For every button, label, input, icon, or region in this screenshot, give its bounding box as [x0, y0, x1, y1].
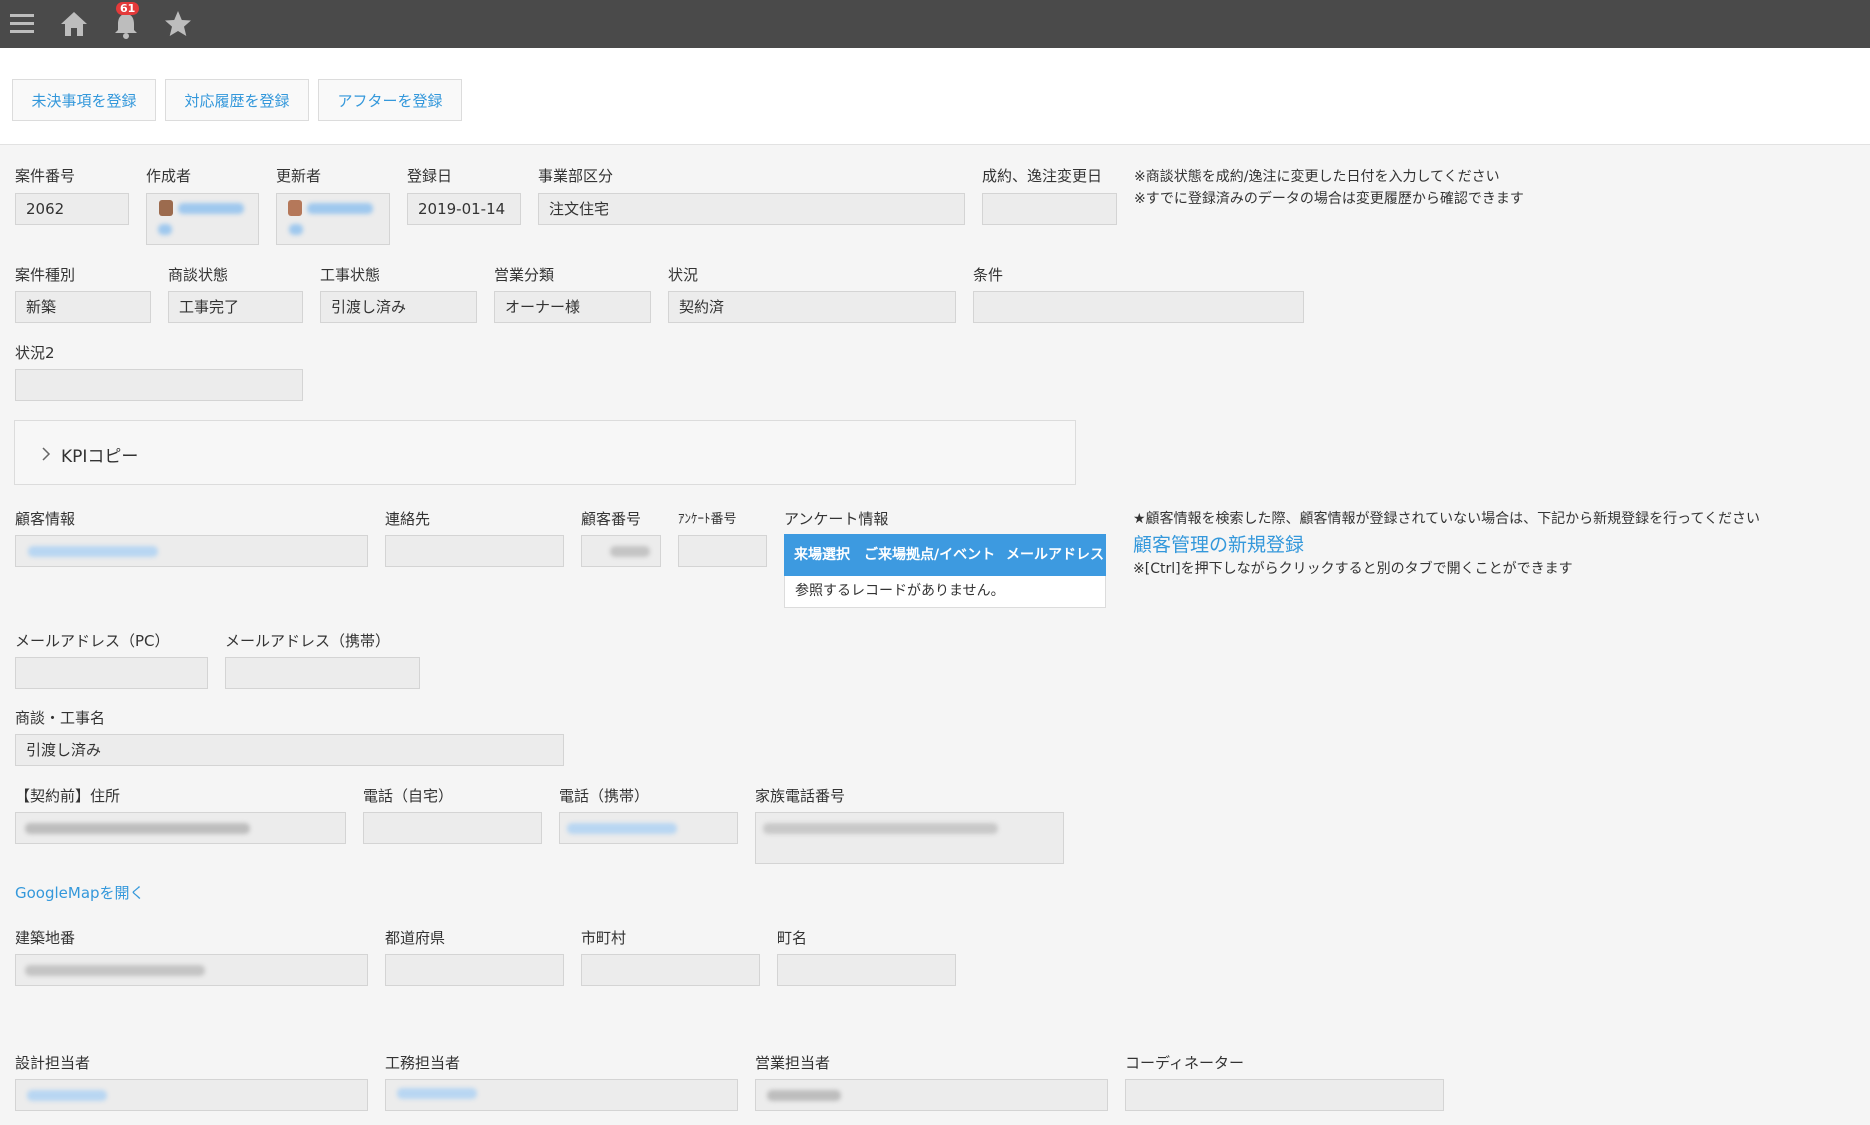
creator-name-redacted-2 [158, 224, 172, 235]
sales-class-field[interactable]: オーナー様 [494, 291, 651, 323]
status2-field[interactable] [15, 369, 303, 401]
change-date-label: 成約、逸注変更日 [982, 167, 1103, 185]
project-name-field[interactable]: 引渡し済み [15, 734, 564, 766]
family-tel-redacted [763, 823, 998, 834]
deal-status-field[interactable]: 工事完了 [168, 291, 303, 323]
coordinator-label: コーディネーター [1125, 1054, 1244, 1072]
updater-avatar [288, 200, 302, 216]
register-pending-button[interactable]: 未決事項を登録 [12, 79, 156, 121]
sales-class-label: 営業分類 [494, 266, 555, 284]
customer-name-redacted [28, 546, 158, 557]
case-type-label: 案件種別 [15, 266, 76, 284]
address-redacted [25, 823, 250, 834]
deal-status-label: 商談状態 [168, 266, 229, 284]
change-date-note: ※商談状態を成約/逸注に変更した日付を入力してください [1134, 169, 1500, 185]
tel-mobile-label: 電話（携帯） [559, 787, 650, 805]
updater-label: 更新者 [276, 167, 322, 185]
case-type-field[interactable]: 新築 [15, 291, 151, 323]
status2-label: 状況2 [15, 344, 55, 362]
star-icon[interactable] [160, 6, 196, 42]
case-number-field[interactable]: 2062 [15, 193, 129, 225]
coordinator-field[interactable] [1125, 1079, 1444, 1111]
survey-number-label: ｱﾝｹｰﾄ番号 [678, 512, 737, 527]
prefecture-label: 都道府県 [385, 929, 446, 947]
updater-name-redacted-2 [289, 224, 303, 235]
change-date-field[interactable] [982, 193, 1117, 225]
status-label: 状況 [668, 266, 699, 284]
menu-icon[interactable] [4, 6, 40, 42]
tel-home-label: 電話（自宅） [363, 787, 454, 805]
contact-field[interactable] [385, 535, 564, 567]
status-field[interactable]: 契約済 [668, 291, 956, 323]
notification-badge: 61 [116, 2, 140, 15]
ctrl-click-note: ※[Ctrl]を押下しながらクリックすると別のタブで開くことができます [1133, 561, 1573, 577]
creator-avatar [159, 200, 173, 216]
survey-col-visit-location[interactable]: ご来場拠点/イベント [864, 534, 995, 576]
email-pc-field[interactable] [15, 657, 208, 689]
customer-search-note: ★顧客情報を検索した際、顧客情報が登録されていない場合は、下記から新規登録を行っ… [1133, 511, 1761, 527]
creator-name-redacted [178, 203, 244, 214]
registration-date-field[interactable]: 2019-01-14 [407, 193, 521, 225]
chevron-right-icon [42, 447, 51, 461]
survey-col-email[interactable]: メールアドレス [1006, 534, 1104, 576]
construction-staff-redacted [397, 1088, 477, 1099]
division-label: 事業部区分 [538, 167, 614, 185]
survey-empty-message: 参照するレコードがありません。 [784, 576, 1106, 608]
survey-info-label: アンケート情報 [784, 510, 889, 528]
kpi-copy-section[interactable]: KPIコピー [14, 420, 1076, 485]
creator-label: 作成者 [146, 167, 192, 185]
pre-contract-address-label: 【契約前】住所 [15, 787, 121, 805]
prefecture-field[interactable] [385, 954, 564, 986]
case-number-label: 案件番号 [15, 167, 76, 185]
top-navigation-bar: 61 [0, 0, 1870, 48]
customer-new-registration-link[interactable]: 顧客管理の新規登録 [1133, 530, 1304, 557]
design-staff-label: 設計担当者 [15, 1054, 91, 1072]
kpi-copy-label: KPIコピー [61, 447, 139, 467]
sales-staff-redacted [767, 1090, 841, 1101]
project-name-label: 商談・工事名 [15, 709, 106, 727]
register-history-button[interactable]: 対応履歴を登録 [165, 79, 309, 121]
email-mobile-label: メールアドレス（携帯） [225, 632, 391, 650]
tel-mobile-redacted [567, 823, 677, 834]
work-status-label: 工事状態 [320, 266, 381, 284]
email-pc-label: メールアドレス（PC） [15, 632, 170, 650]
customer-info-label: 顧客情報 [15, 510, 76, 528]
email-mobile-field[interactable] [225, 657, 420, 689]
customer-number-redacted [610, 546, 650, 557]
construction-staff-label: 工務担当者 [385, 1054, 461, 1072]
work-status-field[interactable]: 引渡し済み [320, 291, 477, 323]
customer-number-label: 顧客番号 [581, 510, 642, 528]
updater-name-redacted [307, 203, 373, 214]
home-icon[interactable] [56, 6, 92, 42]
condition-field[interactable] [973, 291, 1304, 323]
google-map-link[interactable]: GoogleMapを開く [15, 882, 145, 903]
city-field[interactable] [581, 954, 760, 986]
survey-table-header: 来場選択 ご来場拠点/イベント メールアドレス [784, 534, 1106, 576]
change-history-note: ※すでに登録済みのデータの場合は変更履歴から確認できます [1134, 191, 1524, 207]
survey-col-visit-select[interactable]: 来場選択 [794, 534, 850, 576]
town-field[interactable] [777, 954, 956, 986]
survey-number-field[interactable] [678, 535, 767, 567]
lot-number-label: 建築地番 [15, 929, 76, 947]
tel-home-field[interactable] [363, 812, 542, 844]
lot-number-redacted [25, 965, 205, 976]
contact-label: 連絡先 [385, 510, 431, 528]
city-label: 市町村 [581, 929, 627, 947]
family-tel-field[interactable] [755, 812, 1064, 864]
family-tel-label: 家族電話番号 [755, 787, 846, 805]
registration-date-label: 登録日 [407, 167, 453, 185]
sales-staff-label: 営業担当者 [755, 1054, 831, 1072]
condition-label: 条件 [973, 266, 1004, 284]
division-field[interactable]: 注文住宅 [538, 193, 965, 225]
register-after-button[interactable]: アフターを登録 [318, 79, 462, 121]
design-staff-redacted [27, 1090, 107, 1101]
town-label: 町名 [777, 929, 808, 947]
